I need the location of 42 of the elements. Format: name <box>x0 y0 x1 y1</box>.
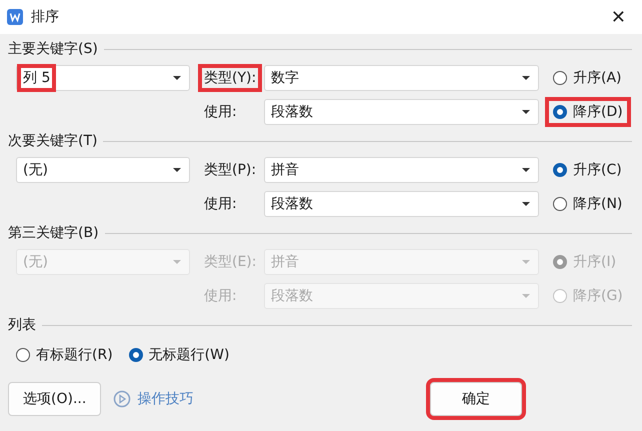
key-dropdown[interactable]: (无) <box>16 157 190 183</box>
close-button[interactable]: ✕ <box>604 6 632 28</box>
caret-icon <box>522 260 530 264</box>
section-title: 主要关键字(S) <box>8 40 98 58</box>
type-label: 类型(P): <box>203 161 258 180</box>
radio-option[interactable]: 无标题行(W) <box>124 344 234 366</box>
caret-icon <box>522 168 530 172</box>
use-label: 使用: <box>203 287 238 306</box>
use-dropdown[interactable]: 段落数 <box>264 191 539 217</box>
caret-icon <box>173 168 181 172</box>
use-dropdown[interactable]: 段落数 <box>264 99 539 125</box>
section-title: 次要关键字(T) <box>8 132 98 150</box>
radio-option[interactable]: 有标题行(R) <box>12 344 117 366</box>
key-dropdown[interactable]: 列 5 <box>16 65 190 91</box>
caret-icon <box>522 202 530 206</box>
section-title: 列表 <box>8 316 36 334</box>
radio-option[interactable]: 升序(C) <box>549 159 626 181</box>
tips-link[interactable]: 操作技巧 <box>137 390 194 408</box>
radio-icon[interactable] <box>128 348 143 362</box>
caret-icon <box>173 260 181 264</box>
radio-icon[interactable] <box>16 348 30 362</box>
play-icon <box>113 390 132 408</box>
radio-option[interactable]: 降序(D) <box>549 101 627 123</box>
radio-icon[interactable] <box>553 163 567 177</box>
radio-icon[interactable] <box>553 71 567 85</box>
caret-icon <box>522 110 530 114</box>
caret-icon <box>522 294 530 298</box>
radio-option[interactable]: 降序(N) <box>549 193 626 215</box>
caret-icon <box>522 76 530 80</box>
use-label: 使用: <box>203 195 238 214</box>
radio-icon[interactable] <box>553 197 567 211</box>
radio-icon[interactable] <box>553 105 567 119</box>
type-dropdown[interactable]: 拼音 <box>264 157 539 183</box>
caret-icon <box>173 76 181 80</box>
use-label: 使用: <box>203 103 238 122</box>
type-label: 类型(E): <box>203 253 258 272</box>
section-title: 第三关键字(B) <box>8 224 99 242</box>
app-icon <box>7 9 23 25</box>
options-button[interactable]: 选项(O)... <box>8 382 102 416</box>
window-title: 排序 <box>31 8 59 26</box>
radio-option[interactable]: 升序(A) <box>549 67 626 89</box>
type-dropdown[interactable]: 数字 <box>264 65 539 91</box>
